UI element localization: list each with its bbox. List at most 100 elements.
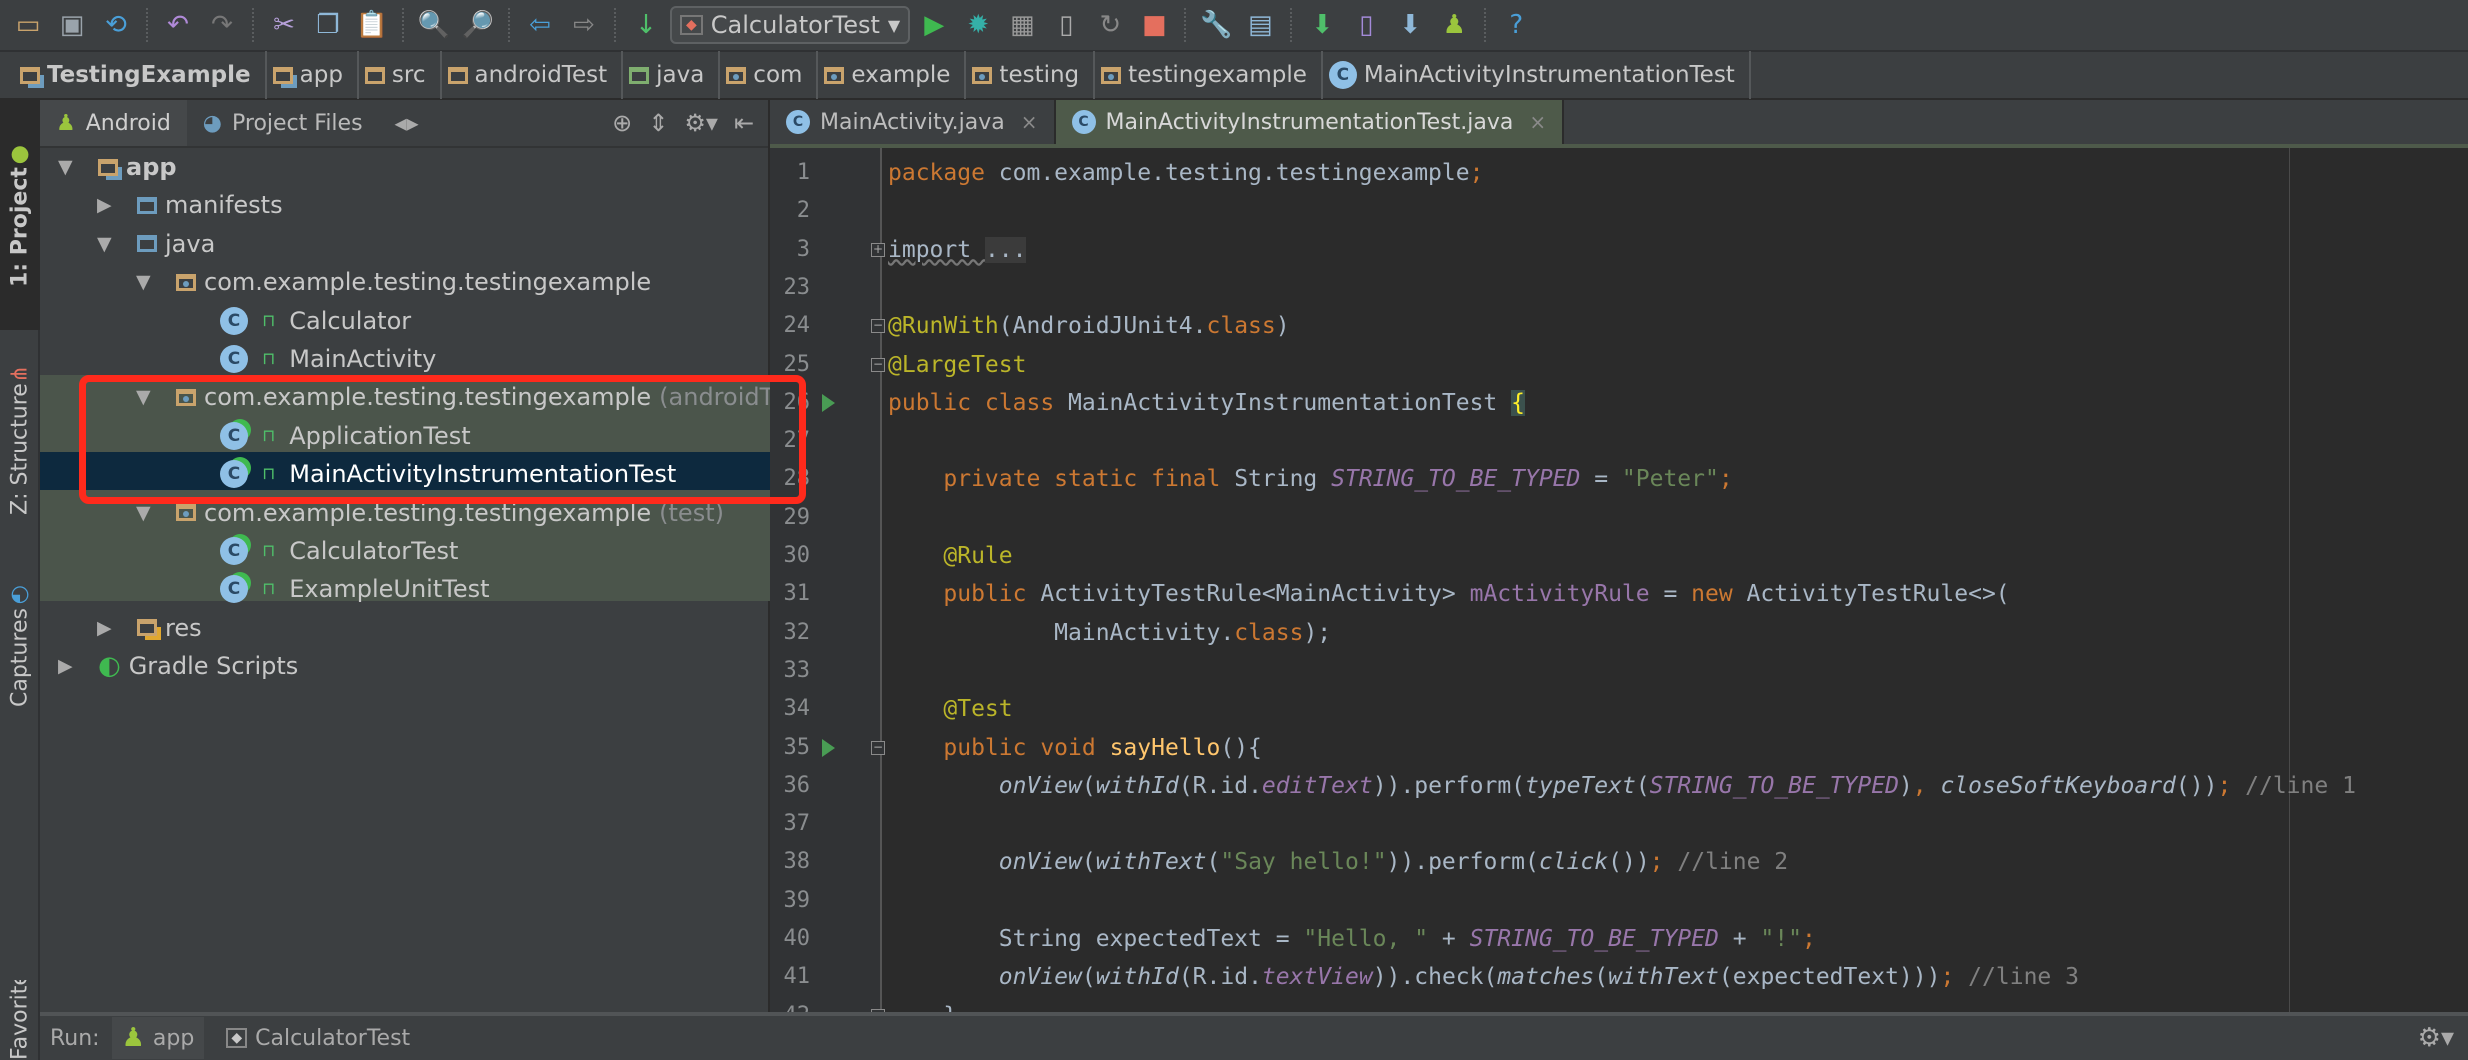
replace-icon[interactable]: 🔎 [458,5,498,45]
sync-icon[interactable]: ⟲ [96,5,136,45]
collapse-fold-icon[interactable]: − [871,319,885,334]
tree-item[interactable]: C ⊓ Calculator [40,302,770,340]
collapse-fold-icon[interactable]: − [871,357,885,372]
tree-item[interactable]: C ⊓ CalculatorTest [40,532,770,570]
expanded-arrow-icon[interactable]: ▼ [97,233,112,255]
paste-icon[interactable]: 📋 [352,5,392,45]
tree-item[interactable]: ▼ java [40,225,770,263]
tree-item[interactable]: C ⊓ ExampleUnitTest [40,570,770,608]
expanded-arrow-icon[interactable]: ▼ [136,502,151,524]
collapsed-arrow-icon[interactable]: ▶ [58,655,73,677]
collapse-all-icon[interactable]: ⇕ [648,109,668,137]
hide-panel-icon[interactable]: ⇤ [734,109,754,137]
code-token: (R.id. [1178,964,1262,991]
redo-icon[interactable]: ↷ [202,5,242,45]
breadcrumb-item[interactable]: testing [966,51,1096,99]
code-token: String [1234,466,1332,493]
tree-item[interactable]: ▼ com.example.testing.testingexample [40,263,770,301]
gradle-sync-icon[interactable]: ⬇ [1302,5,1342,45]
tool-tab-captures[interactable]: Captures ◔ [0,550,40,740]
code-token: ()) [1608,849,1650,876]
tool-tab-structure[interactable]: Z: Structure ⋔ [0,340,40,540]
gear-icon[interactable]: ⚙▾ [2418,1023,2454,1053]
code-editor[interactable]: 1 2 3 23 24 25 26 27 28 29 30 31 32 33 34 35 36 37 38 39 40 4… [770,148,2468,1012]
tab-mainactivityinstrumentationtest-java[interactable]: C MainActivityInstrumentationTest.java × [1055,100,1565,144]
undo-icon[interactable]: ↶ [158,5,198,45]
rerun-icon[interactable]: ↻ [1090,5,1130,45]
scroll-tabs-icon[interactable]: ◂▸ [395,109,419,137]
locate-icon[interactable]: ⊕ [612,109,632,137]
forward-icon[interactable]: ⇨ [564,5,604,45]
run-test-gutter-icon[interactable] [822,738,835,757]
project-structure-icon[interactable]: 🔧 [1196,5,1236,45]
debug-icon[interactable]: ✹ [958,5,998,45]
tree-item-content: res [137,614,202,642]
tree-item[interactable]: ▼ app [40,148,770,186]
collapse-fold-icon[interactable]: − [871,740,885,755]
code-token: ( [1081,964,1096,991]
code-token: )).perform( [1372,772,1526,799]
code-token: + [1428,926,1470,952]
breadcrumb-item[interactable]: C MainActivityInstrumentationTest [1323,51,1751,99]
breadcrumb-item[interactable]: androidTest [442,51,624,99]
class-icon: C [220,345,248,373]
breadcrumb-item[interactable]: java [623,51,721,99]
breadcrumb-item[interactable]: example [818,51,967,99]
breadcrumb-item[interactable]: src [359,51,442,99]
code-token: ( [1635,772,1650,799]
breadcrumb-item[interactable]: com [720,51,819,99]
line-number: 23 [783,274,811,300]
copy-icon[interactable]: ❐ [308,5,348,45]
line-number: 40 [783,926,811,951]
code-token: ... [984,236,1027,263]
tool-tab-favorites[interactable]: Favorites [0,980,40,1060]
save-icon[interactable]: ▣ [52,5,92,45]
expanded-arrow-icon[interactable]: ▼ [58,156,73,178]
code-token: //line 1 [2231,772,2356,799]
toolbar-separator [614,8,616,42]
run-config-dropdown[interactable]: ◆ CalculatorTest ▼ [670,6,911,44]
cut-icon[interactable]: ✂ [264,5,304,45]
tab-mainactivity-java[interactable]: C MainActivity.java × [770,100,1056,144]
view-tab-android[interactable]: ♟ Android [40,100,187,146]
tree-item[interactable]: C ⊓ MainActivity [40,340,770,378]
code-token: class [1206,313,1276,340]
open-folder-icon[interactable]: ▭ [8,5,48,45]
close-icon[interactable]: × [1529,110,1546,134]
tree-item[interactable]: ▶ ◐ Gradle Scripts [40,647,770,685]
run-icon[interactable]: ▶ [914,5,954,45]
attach-debugger-icon[interactable]: ▯ [1046,5,1086,45]
breadcrumb-item[interactable]: testingexample [1095,51,1323,99]
back-icon[interactable]: ⇦ [520,5,560,45]
code-line: package com.example.testing.testingexamp… [888,154,1483,192]
make-project-icon[interactable]: ↓ [626,5,666,45]
run-test-gutter-icon[interactable] [822,393,835,412]
package-icon [176,273,196,291]
gear-icon[interactable]: ⚙▾ [684,109,718,137]
project-panel-header: ♟ Android ◕ Project Files ◂▸ ⊕ ⇕ ⚙▾ ⇤ [40,100,768,148]
close-icon[interactable]: × [1021,110,1038,134]
stop-icon[interactable]: ■ [1134,5,1174,45]
run-tab-app[interactable]: ♟ app [111,1017,205,1059]
avd-manager-icon[interactable]: ▯ [1346,5,1386,45]
collapsed-arrow-icon[interactable]: ▶ [97,194,112,216]
collapsed-arrow-icon[interactable]: ▶ [97,617,112,639]
tree-item[interactable]: ▶ res [40,609,770,647]
view-tab-project-files[interactable]: ◕ Project Files [187,100,379,146]
breadcrumb-item[interactable]: app [267,51,359,99]
expand-fold-icon[interactable]: + [871,242,885,257]
sdk-manager-icon[interactable]: ▤ [1240,5,1280,45]
coverage-icon[interactable]: ▦ [1002,5,1042,45]
tree-item-label: CalculatorTest [289,537,459,565]
run-tab-calculatortest[interactable]: ◆ CalculatorTest [216,1017,420,1059]
help-icon[interactable]: ? [1496,5,1536,45]
tool-tab-project[interactable]: 1: Project ● [0,100,40,330]
find-icon[interactable]: 🔍 [414,5,454,45]
class-icon: C [1071,110,1096,134]
tree-item[interactable]: ▶ manifests [40,186,770,224]
android-monitor-icon[interactable]: ♟ [1434,5,1474,45]
breadcrumb-item[interactable]: TestingExample [14,51,267,99]
sdk-download-icon[interactable]: ⬇ [1390,5,1430,45]
expanded-arrow-icon[interactable]: ▼ [136,271,151,293]
code-token: STRING_TO_BE_TYPED [1649,772,1899,799]
